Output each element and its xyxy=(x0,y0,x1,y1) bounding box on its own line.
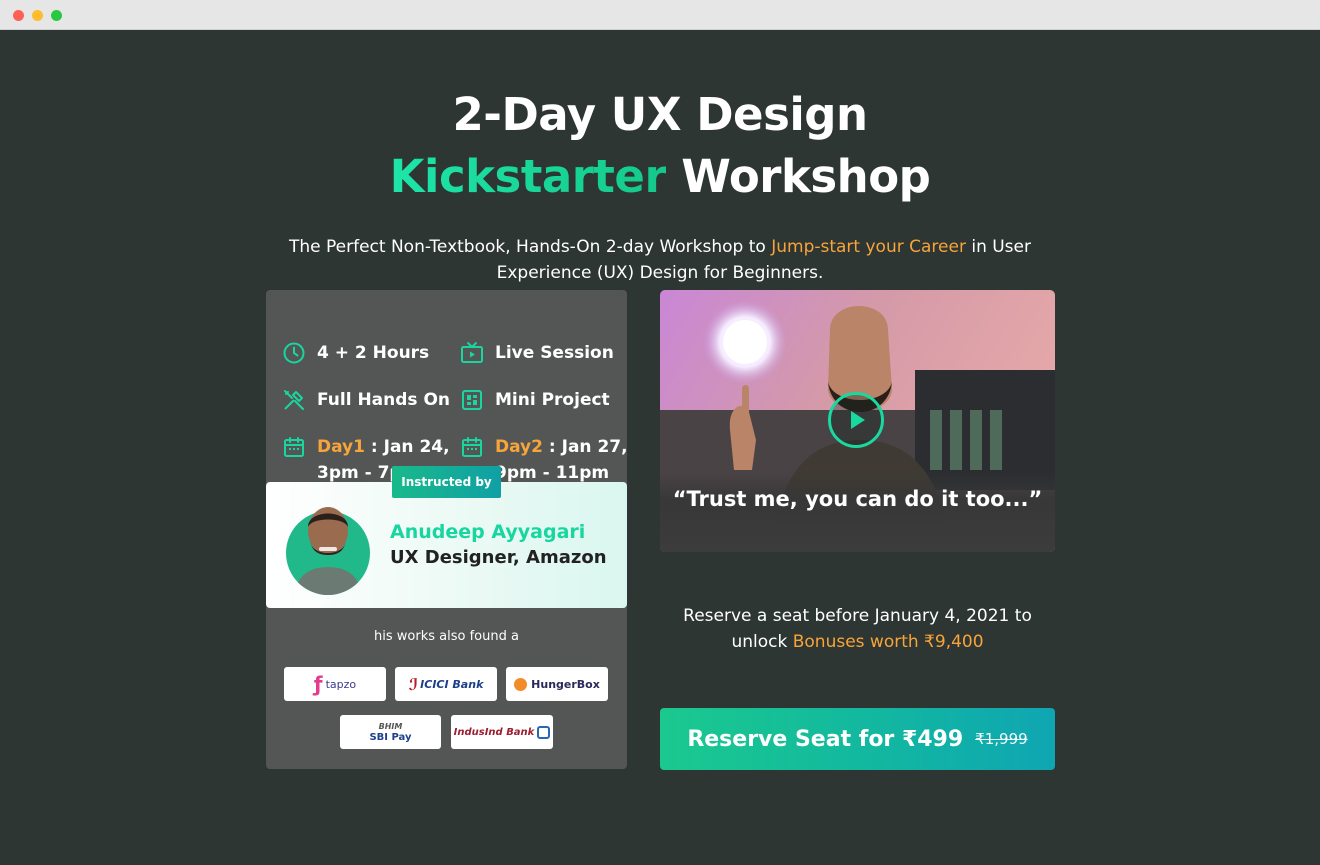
browser-titlebar xyxy=(0,0,1320,30)
bonus-highlight: Bonuses worth ₹9,400 xyxy=(792,632,984,652)
feature-mini-project: Mini Project xyxy=(460,387,610,413)
feature-hands-on: Full Hands On xyxy=(282,387,450,413)
cta-label: Reserve Seat for ₹499 xyxy=(687,726,964,752)
day1-date: : Jan 24, xyxy=(364,437,450,457)
logo-sbi-pay: BHIM SBI Pay xyxy=(340,715,441,749)
tools-icon xyxy=(282,388,306,412)
reserve-seat-button[interactable]: Reserve Seat for ₹499 ₹1,999 xyxy=(660,708,1055,770)
logo-hungerbox: HungerBox xyxy=(506,667,608,701)
tapzo-icon: ƒ xyxy=(313,672,323,696)
video-quote: “Trust me, you can do it too...” xyxy=(660,472,1055,552)
play-icon xyxy=(851,411,865,429)
instructor-role: UX Designer, Amazon xyxy=(390,547,607,568)
reserve-line2: unlock xyxy=(731,632,793,652)
feature-live-session: Live Session xyxy=(460,340,614,366)
works-found-label: his works also found a xyxy=(374,629,519,644)
logo-tapzo: ƒ tapzo xyxy=(284,667,386,701)
calendar-icon xyxy=(282,435,306,459)
sbi-pay-text: SBI Pay xyxy=(369,732,412,743)
tv-icon xyxy=(460,341,484,365)
tapzo-text: tapzo xyxy=(325,677,357,691)
instructor-name: Anudeep Ayyagari xyxy=(390,521,586,543)
feature-hands-on-label: Full Hands On xyxy=(317,390,451,410)
logo-indusind: IndusInd Bank xyxy=(451,715,553,749)
bhim-text: BHIM xyxy=(378,722,403,731)
icici-icon: ℐ xyxy=(408,674,419,694)
day2-date: : Jan 27, xyxy=(542,437,628,457)
logo-icici: ℐ ICICI Bank xyxy=(395,667,497,701)
subhead-highlight: Jump-start your Career xyxy=(771,237,966,257)
close-window-button[interactable] xyxy=(13,10,24,21)
title-line1: 2-Day UX Design xyxy=(452,88,868,141)
maximize-window-button[interactable] xyxy=(51,10,62,21)
indusind-icon xyxy=(537,725,551,739)
reserve-deadline-text: Reserve a seat before January 4, 2021 to… xyxy=(660,603,1055,655)
icici-text: ICICI Bank xyxy=(420,677,484,691)
page-title: 2-Day UX Design Kickstarter Workshop xyxy=(0,84,1320,208)
calendar-icon xyxy=(460,435,484,459)
instructor-avatar xyxy=(286,497,370,595)
feature-hours-label: 4 + 2 Hours xyxy=(317,343,430,363)
intro-video[interactable]: “Trust me, you can do it too...” xyxy=(660,290,1055,552)
play-button[interactable] xyxy=(828,392,884,448)
reserve-line1: Reserve a seat before January 4, 2021 to xyxy=(683,606,1032,626)
subheading: The Perfect Non-Textbook, Hands-On 2-day… xyxy=(260,234,1060,286)
day1-label: Day1 xyxy=(317,437,365,457)
title-line2: Workshop xyxy=(666,150,931,203)
feature-hours: 4 + 2 Hours xyxy=(282,340,429,366)
feature-project-label: Mini Project xyxy=(495,390,610,410)
instructed-by-badge: Instructed by xyxy=(392,466,501,498)
feature-session-label: Live Session xyxy=(495,343,614,363)
dashboard-icon xyxy=(460,388,484,412)
title-accent: Kickstarter xyxy=(389,150,667,203)
clock-icon xyxy=(282,341,306,365)
day2-label: Day2 xyxy=(495,437,543,457)
day2-text: Day2 : Jan 27, 9pm - 11pm xyxy=(495,434,628,486)
cta-old-price: ₹1,999 xyxy=(975,730,1028,748)
minimize-window-button[interactable] xyxy=(32,10,43,21)
indusind-text: IndusInd Bank xyxy=(453,726,535,738)
hungerbox-icon xyxy=(514,677,528,691)
hungerbox-text: HungerBox xyxy=(531,677,600,691)
subhead-text: The Perfect Non-Textbook, Hands-On 2-day… xyxy=(288,237,772,257)
day2-time: 9pm - 11pm xyxy=(495,463,610,483)
